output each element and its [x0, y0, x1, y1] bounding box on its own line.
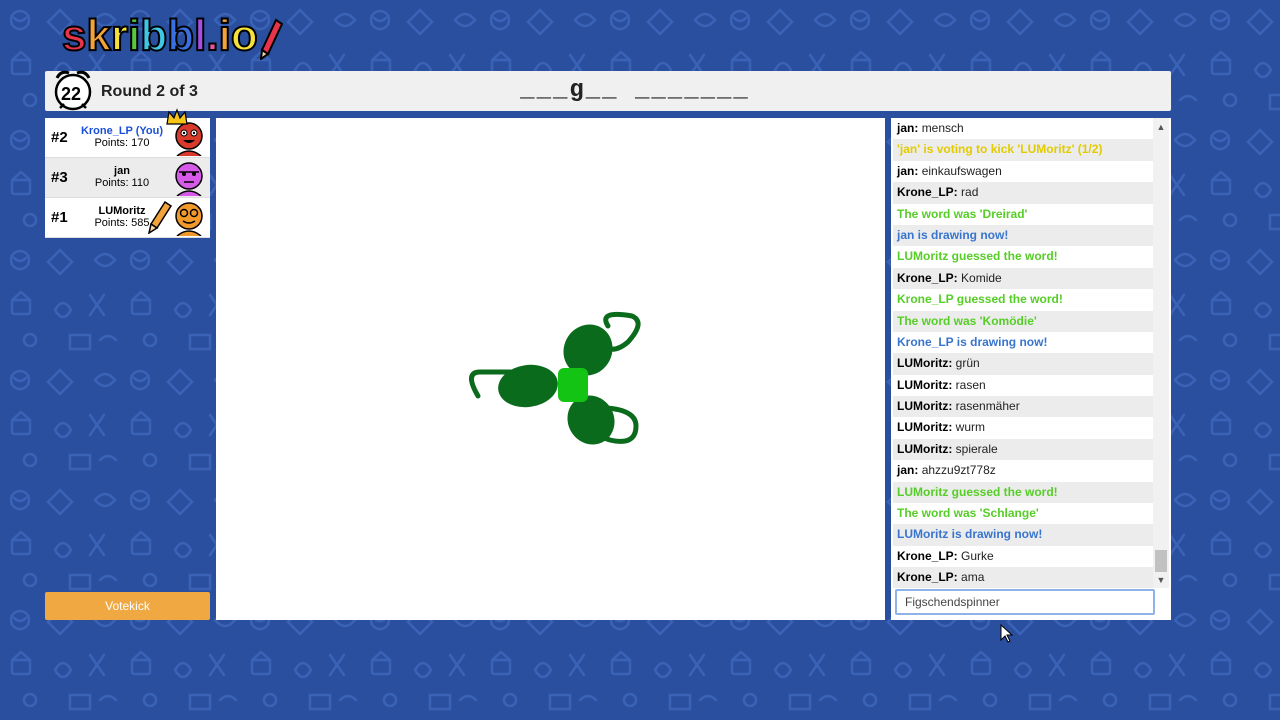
chat-sender: Krone_LP:	[897, 270, 958, 285]
chat-sender: LUMoritz:	[897, 441, 953, 456]
chat-text: rasenmäher	[955, 399, 1020, 414]
drawing-pencil-icon	[148, 200, 173, 234]
chat-message: LUMoritz: rasen	[893, 375, 1153, 396]
chat-text: Komide	[961, 270, 1002, 285]
chat-message: LUMoritz: grün	[893, 353, 1153, 375]
chat-system-message: 'jan' is voting to kick 'LUMoritz' (1/2)	[893, 139, 1153, 161]
chat-message-list[interactable]: jan: mensch 'jan' is voting to kick 'LUM…	[893, 118, 1153, 588]
chat-panel: jan: mensch 'jan' is voting to kick 'LUM…	[891, 118, 1171, 620]
chat-sender: jan:	[897, 121, 919, 135]
chat-system-message: LUMoritz is drawing now!	[893, 524, 1153, 546]
player-rank: #3	[51, 169, 68, 186]
chat-system-message: The word was 'Dreirad'	[897, 206, 1028, 221]
player-rank: #1	[51, 209, 68, 226]
chat-system-message: LUMoritz guessed the word!	[897, 249, 1058, 264]
player-row[interactable]: #1 LUMoritz Points: 585	[45, 198, 210, 238]
chat-message: jan: mensch	[893, 118, 1153, 139]
votekick-button[interactable]: Votekick	[45, 592, 210, 620]
chat-sender: jan:	[897, 163, 919, 178]
logo-letter: s	[61, 11, 88, 61]
chat-message: jan: einkaufswagen	[893, 161, 1153, 182]
chat-text: einkaufswagen	[921, 163, 1002, 178]
chat-message: LUMoritz: spierale	[893, 438, 1153, 461]
logo-letter: o	[230, 11, 259, 61]
mouse-cursor-icon	[1000, 624, 1014, 643]
chat-text: grün	[955, 356, 980, 371]
game-header-bar: 22 Round 2 of 3 ___g__ _______	[45, 70, 1171, 111]
chat-text: Gurke	[961, 548, 994, 563]
chat-message: LUMoritz: wurm	[893, 417, 1153, 438]
drawing-canvas[interactable]	[216, 118, 885, 620]
chat-sender: Krone_LP:	[897, 548, 958, 563]
chat-system-message: The word was 'Schlange'	[897, 506, 1039, 521]
scrollbar-thumb[interactable]	[1155, 550, 1167, 572]
chat-text: rad	[961, 185, 979, 200]
chat-sender: Krone_LP:	[897, 185, 958, 200]
player-list: #2 Krone_LP (You) Points: 170 #3 jan Poi…	[45, 108, 210, 238]
chat-text: ahzzu9zt778z	[921, 463, 996, 478]
chat-message: Krone_LP: ama	[893, 567, 1153, 588]
logo-letter: r	[110, 11, 129, 61]
chat-system-message: The word was 'Komödie'	[893, 310, 1153, 332]
chat-message: jan: ahzzu9zt778z	[893, 460, 1153, 481]
logo-letter: l	[193, 11, 207, 61]
player-row[interactable]: #3 jan Points: 110	[45, 158, 210, 198]
chat-system-message: Krone_LP guessed the word!	[897, 292, 1063, 307]
chat-sender: Krone_LP:	[897, 570, 958, 585]
player-info: jan Points: 110	[75, 165, 169, 189]
logo-letter: .	[205, 11, 219, 61]
chat-sender: LUMoritz:	[897, 399, 953, 414]
chat-message: Krone_LP: rad	[893, 182, 1153, 204]
chat-message: Krone_LP: Komide	[893, 267, 1153, 290]
round-indicator: Round 2 of 3	[101, 83, 198, 100]
player-name: Krone_LP (You)	[80, 125, 164, 137]
player-info: Krone_LP (You) Points: 170	[75, 125, 169, 149]
chat-scrollbar[interactable]: ▲ ▼	[1153, 118, 1169, 588]
logo-letter: k	[85, 11, 112, 61]
chat-text: spierale	[955, 441, 998, 456]
player-avatar	[175, 202, 203, 236]
chat-guess-input[interactable]	[895, 589, 1155, 615]
chat-sender: LUMoritz:	[897, 420, 953, 435]
player-name: jan	[114, 165, 130, 177]
crown-icon	[166, 108, 188, 125]
chat-system-message: Krone_LP is drawing now!	[897, 334, 1048, 349]
logo-letter: b	[166, 11, 195, 61]
logo-letter: i	[127, 11, 141, 61]
logo-letter: i	[218, 11, 232, 61]
chat-text: ama	[961, 570, 985, 585]
chat-sender: LUMoritz:	[897, 377, 953, 392]
chat-text: rasen	[955, 377, 986, 392]
logo-letter: b	[139, 11, 168, 61]
logo-pencil-icon	[259, 18, 283, 60]
chat-text: wurm	[955, 420, 986, 435]
player-rank: #2	[51, 129, 68, 146]
chat-text: mensch	[921, 121, 964, 135]
word-hint: ___g__ _______	[520, 77, 750, 104]
chat-sender: jan:	[897, 463, 919, 478]
player-row[interactable]: #2 Krone_LP (You) Points: 170	[45, 108, 210, 158]
skribbl-logo: s k r i b b l . i o	[61, 10, 284, 61]
player-drawing	[469, 311, 641, 445]
chat-sender: LUMoritz:	[897, 356, 953, 371]
chat-system-message: jan is drawing now!	[893, 224, 1153, 247]
player-points: Points: 170	[94, 137, 150, 149]
chat-message: LUMoritz: rasenmäher	[893, 396, 1153, 418]
scroll-down-arrow-icon[interactable]: ▼	[1153, 573, 1169, 587]
chat-message: Krone_LP: Gurke	[893, 546, 1153, 567]
scroll-up-arrow-icon[interactable]: ▲	[1153, 120, 1169, 134]
player-avatar	[175, 162, 203, 196]
chat-system-message: LUMoritz guessed the word!	[893, 481, 1153, 504]
player-points: Points: 110	[94, 177, 150, 189]
round-timer: 22	[60, 84, 82, 104]
